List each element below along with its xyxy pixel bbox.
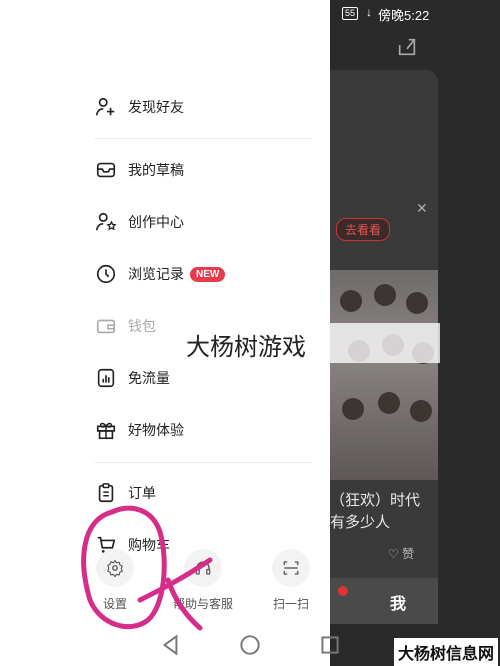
back-triangle-icon[interactable] [158,632,184,658]
menu-item-orders[interactable]: 订单 [94,478,156,508]
corner-watermark: 大杨树信息网 [393,638,498,666]
menu-item-drafts[interactable]: 我的草稿 [94,155,184,185]
menu-item-free-data[interactable]: 免流量 [94,363,170,393]
background-tabbar: 我 [330,578,438,624]
close-icon[interactable]: ✕ [416,200,428,217]
help-support-button[interactable]: 帮助与客服 [163,549,243,612]
wallet-icon [94,314,118,338]
free-data-icon [94,366,118,390]
tab-me[interactable]: 我 [390,590,406,614]
group-photo [330,270,438,480]
menu-label: 订单 [128,485,156,501]
background-headline: （狂欢）时代 有多少人 [330,492,421,531]
order-clipboard-icon [94,481,118,505]
menu-label: 钱包 [128,318,156,334]
divider [94,462,312,463]
status-time: 傍晚5:22 [378,8,430,23]
share-icon[interactable] [396,36,418,58]
recents-square-icon[interactable] [317,632,343,658]
new-badge: NEW [190,266,226,282]
menu-item-wallet[interactable]: 钱包 [94,311,156,341]
watermark-text: 大杨树游戏 [186,334,306,361]
side-drawer: 发现好友 我的草稿 创作中心 浏览记录 NEW 钱包 免流量 好物体验 订单 购… [0,0,330,624]
settings-button[interactable]: 设置 [75,549,155,612]
menu-label: 免流量 [128,370,170,386]
menu-item-find-friends[interactable]: 发现好友 [94,92,184,122]
menu-item-history[interactable]: 浏览记录 NEW [94,259,226,289]
creator-center-icon [94,210,118,234]
menu-item-creator-center[interactable]: 创作中心 [94,207,184,237]
menu-item-good-products[interactable]: 好物体验 [94,415,184,445]
add-user-icon [94,95,118,119]
menu-label: 发现好友 [128,99,184,115]
menu-label: 浏览记录 [128,266,184,282]
scan-label: 扫一扫 [272,597,309,611]
status-bar: 55 ↓ 傍晚5:22 [330,0,500,28]
help-support-label: 帮助与客服 [172,597,233,611]
home-circle-icon[interactable] [237,632,263,658]
menu-label: 好物体验 [128,422,184,438]
history-clock-icon [94,262,118,286]
gift-icon [94,418,118,442]
like-button[interactable]: ♡ 赞 [388,545,414,562]
go-look-button[interactable]: 去看看 [336,218,391,241]
drafts-tray-icon [94,158,118,182]
network-indicator: ↓ [366,5,372,19]
scan-icon [272,549,310,587]
divider [94,138,312,139]
notification-dot [338,586,348,596]
settings-label: 设置 [102,597,127,611]
battery-indicator: 55 [342,7,359,20]
menu-label: 创作中心 [128,214,184,230]
gear-icon [96,549,134,587]
menu-label: 我的草稿 [128,162,184,178]
watermark-banner: 大杨树游戏 [170,323,440,363]
headset-icon [184,549,222,587]
scan-button[interactable]: 扫一扫 [251,549,331,612]
